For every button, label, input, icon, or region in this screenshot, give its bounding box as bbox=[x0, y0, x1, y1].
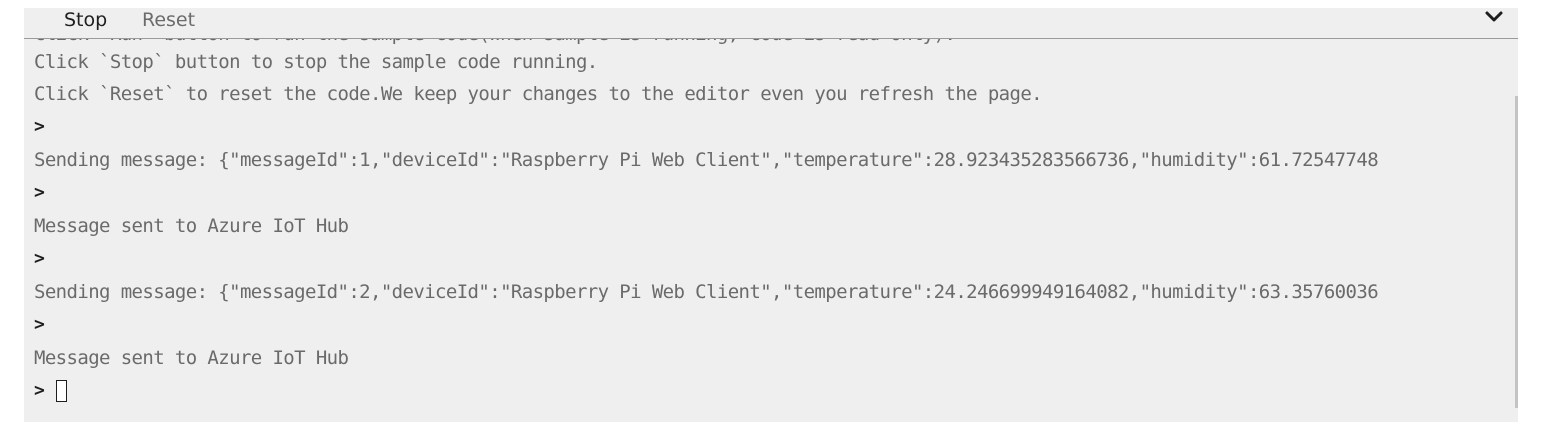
console-line: Message sent to Azure IoT Hub bbox=[34, 215, 349, 237]
stop-button[interactable]: Stop bbox=[64, 8, 107, 32]
console-line: Sending message: {"messageId":1,"deviceI… bbox=[34, 149, 1379, 171]
console-line: Message sent to Azure IoT Hub bbox=[34, 347, 349, 369]
console-line: Click `Reset` to reset the code.We keep … bbox=[34, 83, 1043, 105]
prompt-marker: > bbox=[34, 116, 45, 137]
input-prompt-marker: > bbox=[34, 380, 45, 401]
prompt-marker: > bbox=[34, 248, 45, 269]
console-toolbar: Stop Reset bbox=[24, 8, 1518, 39]
console-panel: Click `Run` button to run the sample cod… bbox=[24, 8, 1518, 422]
prompt-marker: > bbox=[34, 314, 45, 335]
console-line: Click `Stop` button to stop the sample c… bbox=[34, 51, 598, 73]
chevron-down-icon[interactable] bbox=[1484, 8, 1504, 28]
input-cursor[interactable] bbox=[56, 380, 67, 402]
console-line: Sending message: {"messageId":2,"deviceI… bbox=[34, 281, 1379, 303]
console-output[interactable]: Click `Run` button to run the sample cod… bbox=[24, 8, 1515, 422]
prompt-marker: > bbox=[34, 182, 45, 203]
scrollbar[interactable] bbox=[1515, 96, 1518, 408]
reset-button[interactable]: Reset bbox=[142, 8, 195, 32]
